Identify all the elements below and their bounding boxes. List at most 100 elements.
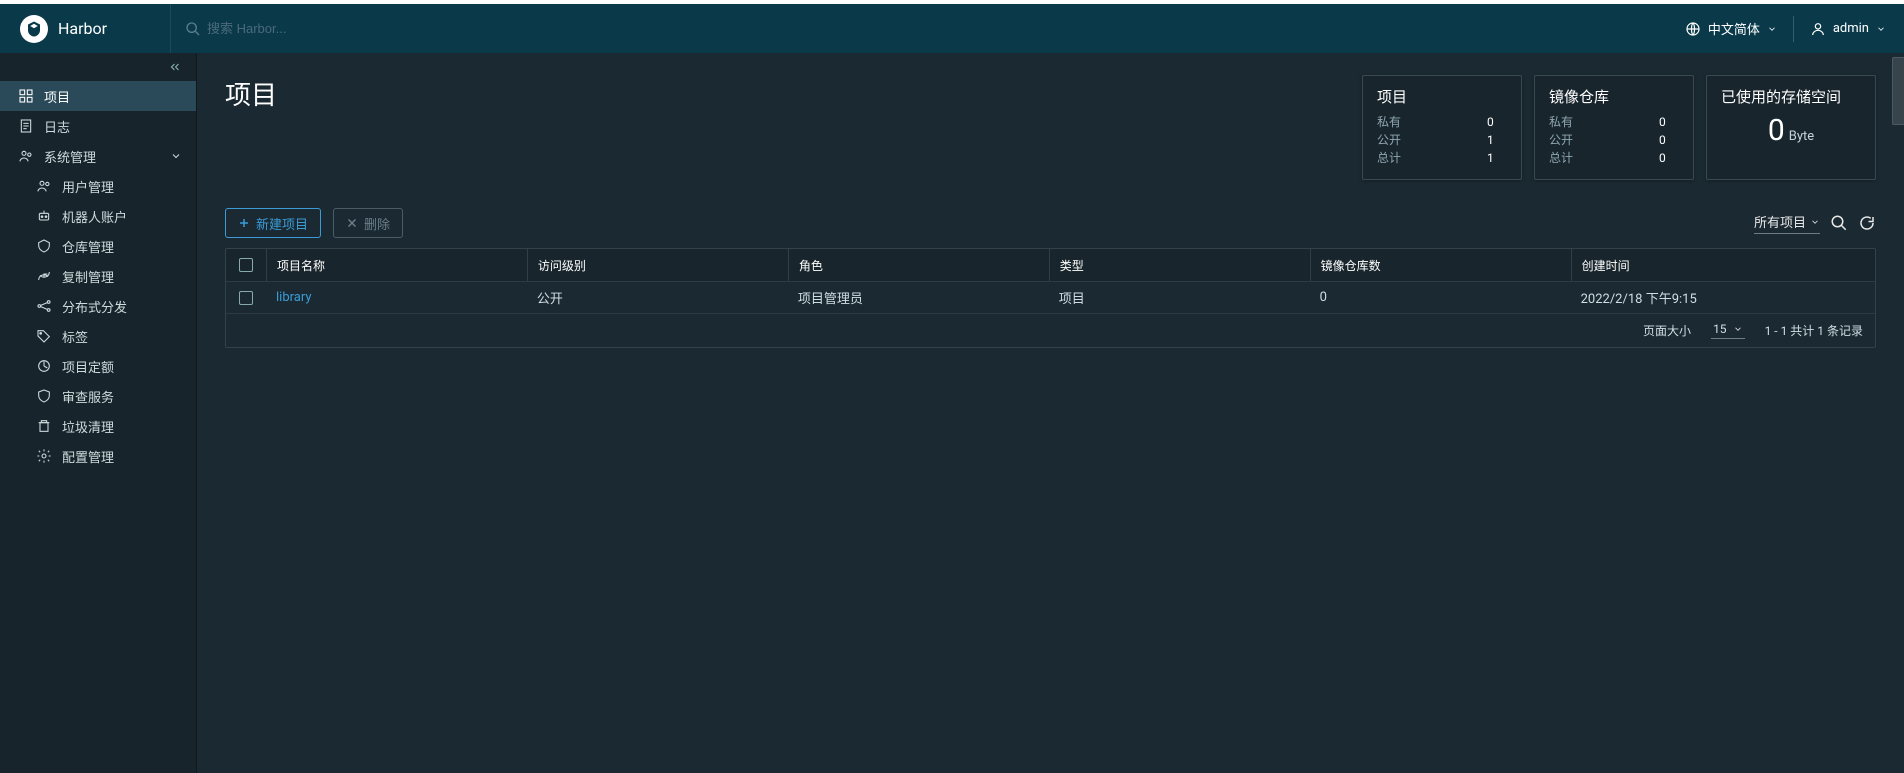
sidebar-item-label: 项目定额 xyxy=(62,357,114,376)
sidebar-item-configuration[interactable]: 配置管理 xyxy=(0,441,196,471)
brand[interactable]: Harbor xyxy=(0,15,170,43)
table-footer: 页面大小 15 1 - 1 共计 1 条记录 xyxy=(226,313,1875,347)
sidebar-item-interrogation[interactable]: 审查服务 xyxy=(0,381,196,411)
plus-icon xyxy=(238,217,250,229)
delete-button[interactable]: 删除 xyxy=(333,208,403,238)
sidebar-item-label: 系统管理 xyxy=(44,147,96,166)
stat-value: 1 xyxy=(1487,149,1507,167)
chevron-down-icon xyxy=(1767,24,1777,34)
sidebar-item-label: 配置管理 xyxy=(62,447,114,466)
column-header[interactable]: 类型 xyxy=(1049,249,1310,281)
user-icon xyxy=(1810,21,1826,37)
globe-icon xyxy=(1685,21,1701,37)
sidebar-item-label: 项目 xyxy=(44,87,70,106)
stat-value: 1 xyxy=(1487,131,1507,149)
language-label: 中文简体 xyxy=(1708,19,1760,38)
column-header[interactable]: 创建时间 xyxy=(1571,249,1875,281)
project-filter-select[interactable]: 所有项目 xyxy=(1754,212,1820,234)
card-title: 项目 xyxy=(1377,86,1507,107)
sidebar-item-label: 审查服务 xyxy=(62,387,114,406)
button-label: 新建项目 xyxy=(256,214,308,233)
column-header[interactable]: 项目名称 xyxy=(266,249,527,281)
sidebar-item-registries[interactable]: 仓库管理 xyxy=(0,231,196,261)
admin-icon xyxy=(18,148,34,164)
chevron-down-icon xyxy=(170,150,182,162)
project-name-link[interactable]: library xyxy=(276,290,312,305)
quota-icon xyxy=(36,358,52,374)
trash-icon xyxy=(36,418,52,434)
sidebar-item-robot-accounts[interactable]: 机器人账户 xyxy=(0,201,196,231)
distribution-icon xyxy=(36,298,52,314)
pagination-summary: 1 - 1 共计 1 条记录 xyxy=(1765,322,1863,339)
stat-label: 私有 xyxy=(1377,113,1401,131)
cell-created: 2022/2/18 下午9:15 xyxy=(1571,288,1875,307)
sidebar-item-distributions[interactable]: 分布式分发 xyxy=(0,291,196,321)
cell-type: 项目 xyxy=(1049,288,1310,307)
stat-label: 公开 xyxy=(1377,131,1401,149)
user-label: admin xyxy=(1833,21,1869,36)
storage-unit: Byte xyxy=(1789,129,1814,144)
card-repositories: 镜像仓库 私有0 公开0 总计0 xyxy=(1534,75,1694,180)
button-label: 删除 xyxy=(364,214,390,233)
sidebar-item-label: 用户管理 xyxy=(62,177,114,196)
column-header[interactable]: 角色 xyxy=(788,249,1049,281)
cell-repo-count: 0 xyxy=(1310,290,1571,305)
card-title: 镜像仓库 xyxy=(1549,86,1679,107)
stat-value: 0 xyxy=(1659,131,1679,149)
stat-value: 0 xyxy=(1487,113,1507,131)
filter-label: 所有项目 xyxy=(1754,212,1806,231)
chevron-double-left-icon xyxy=(168,60,182,74)
sidebar-item-quotas[interactable]: 项目定额 xyxy=(0,351,196,381)
chevron-down-icon xyxy=(1810,217,1820,227)
stat-label: 总计 xyxy=(1549,149,1573,167)
sidebar-item-replications[interactable]: 复制管理 xyxy=(0,261,196,291)
page-title: 项目 xyxy=(225,75,277,112)
users-icon xyxy=(36,178,52,194)
card-projects: 项目 私有 0 公开 1 总计 1 xyxy=(1362,75,1522,180)
column-header[interactable]: 镜像仓库数 xyxy=(1310,249,1571,281)
card-title: 已使用的存储空间 xyxy=(1721,86,1861,107)
close-icon xyxy=(346,217,358,229)
refresh-icon[interactable] xyxy=(1858,214,1876,232)
search-input[interactable] xyxy=(207,21,507,36)
sidebar: 项目 日志 系统管理 用户管理 机器人账户 仓库管理 复制管理 xyxy=(0,53,197,773)
sidebar-item-label: 机器人账户 xyxy=(62,207,127,226)
row-checkbox[interactable] xyxy=(239,291,253,305)
stat-label: 私有 xyxy=(1549,113,1573,131)
sidebar-item-label: 复制管理 xyxy=(62,267,114,286)
sidebar-item-labels[interactable]: 标签 xyxy=(0,321,196,351)
search-icon xyxy=(185,21,201,37)
robot-icon xyxy=(36,208,52,224)
registry-icon xyxy=(36,238,52,254)
gear-icon xyxy=(36,448,52,464)
tag-icon xyxy=(36,328,52,344)
page-size-select[interactable]: 15 xyxy=(1711,322,1745,339)
sidebar-item-gc[interactable]: 垃圾清理 xyxy=(0,411,196,441)
shield-icon xyxy=(36,388,52,404)
sidebar-item-label: 日志 xyxy=(44,117,70,136)
stat-cards: 项目 私有 0 公开 1 总计 1 镜像仓库 私有 0 公开 0 总计 0 已使用的存储空间… xyxy=(1362,75,1876,180)
sidebar-item-projects[interactable]: 项目 xyxy=(0,81,196,111)
stat-label: 总计 xyxy=(1377,149,1401,167)
user-menu[interactable]: admin xyxy=(1810,21,1886,37)
column-header[interactable]: 访问级别 xyxy=(527,249,788,281)
side-handle[interactable] xyxy=(1892,57,1904,125)
sidebar-item-logs[interactable]: 日志 xyxy=(0,111,196,141)
sidebar-item-label: 垃圾清理 xyxy=(62,417,114,436)
language-picker[interactable]: 中文简体 xyxy=(1685,19,1777,38)
harbor-logo-icon xyxy=(20,15,48,43)
search-icon[interactable] xyxy=(1830,214,1848,232)
table-row[interactable]: library 公开 项目管理员 项目 0 2022/2/18 下午9:15 xyxy=(226,281,1875,313)
sidebar-collapse-toggle[interactable] xyxy=(0,53,196,81)
sidebar-item-administration[interactable]: 系统管理 xyxy=(0,141,196,171)
brand-text: Harbor xyxy=(58,19,107,38)
sidebar-item-label: 分布式分发 xyxy=(62,297,127,316)
select-all-checkbox[interactable] xyxy=(239,258,253,272)
new-project-button[interactable]: 新建项目 xyxy=(225,208,321,238)
stat-value: 0 xyxy=(1659,149,1679,167)
sidebar-item-users[interactable]: 用户管理 xyxy=(0,171,196,201)
projects-icon xyxy=(18,88,34,104)
global-search[interactable] xyxy=(170,4,1685,53)
chevron-down-icon xyxy=(1876,24,1886,34)
stat-label: 公开 xyxy=(1549,131,1573,149)
